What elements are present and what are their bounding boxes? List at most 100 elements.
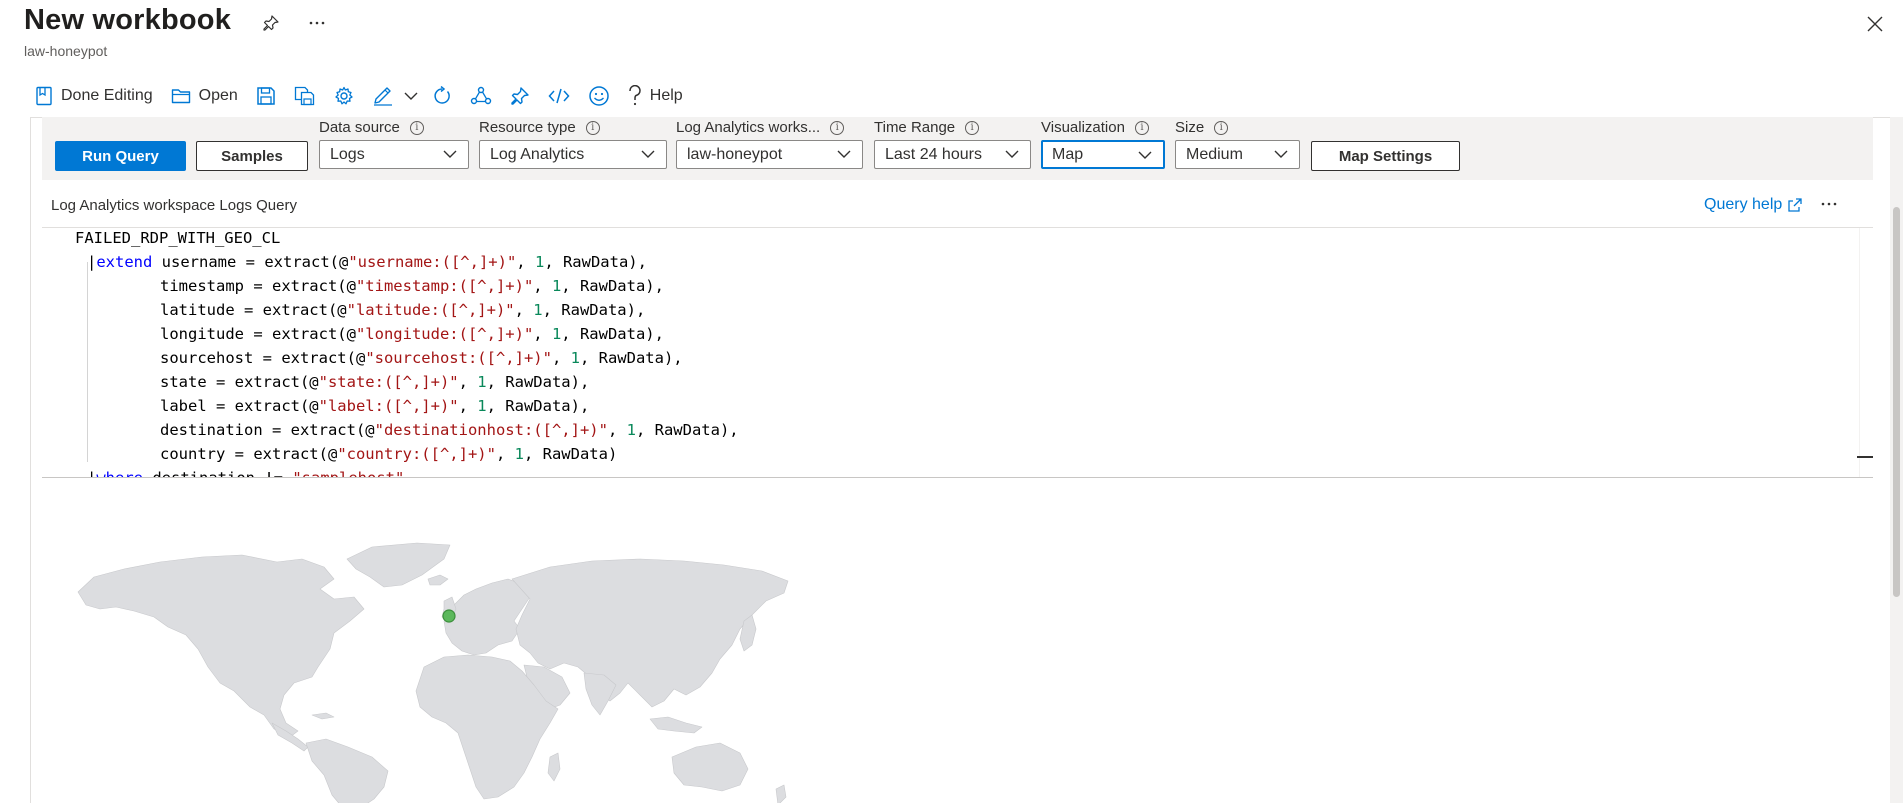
indent-guide: [87, 262, 88, 462]
data-source-dropdown[interactable]: Logs: [319, 140, 469, 169]
chevron-down-icon: [837, 150, 851, 158]
toolbar: Done Editing Open Help: [26, 80, 692, 112]
landmass-iceland: [427, 574, 449, 586]
run-query-button[interactable]: Run Query: [55, 141, 186, 171]
info-icon[interactable]: i: [585, 120, 600, 135]
open-button[interactable]: Open: [162, 80, 247, 112]
data-source-label-text: Data source: [319, 119, 400, 136]
done-editing-label: Done Editing: [61, 87, 153, 104]
query-editor[interactable]: FAILED_RDP_WITH_GEO_CL |extend username …: [42, 227, 1873, 478]
chevron-down-icon: [641, 150, 655, 158]
code-line-timestamp: timestamp = extract(@"timestamp:([^,]+)"…: [160, 277, 664, 295]
map-settings-button[interactable]: Map Settings: [1311, 141, 1460, 171]
data-source-label: Data source i: [319, 119, 424, 136]
close-icon[interactable]: [1857, 6, 1893, 42]
landmass-europe: [443, 578, 531, 656]
edit-style-dropdown[interactable]: [403, 80, 423, 112]
external-link-icon: [1788, 198, 1802, 212]
pin-to-dashboard-button[interactable]: [501, 80, 539, 112]
info-icon[interactable]: i: [1134, 120, 1149, 135]
pin-icon: [511, 87, 529, 105]
workspace-value: law-honeypot: [687, 145, 783, 163]
code-line-state: state = extract(@"state:([^,]+)", 1, Raw…: [160, 373, 590, 391]
refresh-button[interactable]: [423, 80, 461, 112]
visualization-value: Map: [1052, 145, 1084, 163]
advanced-editor-button[interactable]: [539, 80, 579, 112]
time-range-dropdown[interactable]: Last 24 hours: [874, 140, 1031, 169]
page-scrollbar[interactable]: [1890, 117, 1903, 803]
resource-type-label: Resource type i: [479, 119, 600, 136]
smiley-icon: [589, 86, 609, 106]
size-value: Medium: [1186, 145, 1243, 163]
save-button[interactable]: [247, 80, 285, 112]
attack-location-marker[interactable]: [442, 609, 456, 623]
world-map[interactable]: [72, 517, 832, 803]
page-scrollbar-thumb[interactable]: [1893, 207, 1900, 597]
code-line-table: FAILED_RDP_WITH_GEO_CL: [75, 229, 281, 247]
save-as-icon: [294, 86, 314, 106]
landmass-caribbean: [311, 712, 335, 720]
resource-type-dropdown[interactable]: Log Analytics: [479, 140, 667, 169]
map-visualization[interactable]: [42, 479, 1873, 803]
code-line-country: country = extract(@"country:([^,]+)", 1,…: [160, 445, 618, 463]
feedback-button[interactable]: [579, 80, 619, 112]
landmass-madagascar: [547, 752, 561, 782]
code-line-extend: |extend username = extract(@"username:([…: [87, 253, 647, 271]
refresh-icon: [434, 86, 450, 104]
edit-style-button[interactable]: [363, 80, 403, 112]
landmass-new-zealand: [775, 784, 787, 803]
workspace-dropdown[interactable]: law-honeypot: [676, 140, 863, 169]
workspace-label-text: Log Analytics works...: [676, 119, 821, 136]
code-line-sourcehost: sourcehost = extract(@"sourcehost:([^,]+…: [160, 349, 683, 367]
done-editing-button[interactable]: Done Editing: [26, 80, 162, 112]
more-options-icon[interactable]: [304, 10, 330, 36]
save-as-button[interactable]: [285, 80, 325, 112]
open-label: Open: [198, 87, 238, 104]
editor-scrollbar[interactable]: [1859, 228, 1873, 477]
info-icon[interactable]: i: [409, 120, 424, 135]
resource-type-value: Log Analytics: [490, 145, 585, 163]
settings-button[interactable]: [325, 80, 363, 112]
pin-icon[interactable]: [258, 10, 284, 36]
page-title: New workbook: [24, 4, 232, 36]
more-options-icon[interactable]: [1816, 192, 1842, 216]
info-icon[interactable]: i: [830, 120, 845, 135]
gear-icon: [335, 86, 353, 105]
pencil-icon: [373, 87, 392, 106]
size-label: Size i: [1175, 119, 1229, 136]
help-button[interactable]: Help: [619, 80, 692, 112]
visualization-label: Visualization i: [1041, 119, 1149, 136]
size-label-text: Size: [1175, 119, 1205, 136]
samples-button[interactable]: Samples: [196, 141, 308, 171]
info-icon[interactable]: i: [965, 120, 980, 135]
title-actions: [258, 10, 330, 36]
landmass-south-america: [305, 738, 389, 803]
query-help-label: Query help: [1704, 196, 1783, 213]
chevron-down-icon: [404, 92, 418, 100]
save-icon: [257, 87, 275, 105]
query-help-link[interactable]: Query help: [1704, 196, 1802, 214]
visualization-dropdown[interactable]: Map: [1041, 140, 1165, 169]
code-line-label: label = extract(@"label:([^,]+)", 1, Raw…: [160, 397, 590, 415]
chevron-down-icon: [443, 150, 457, 158]
page-subtitle: law-honeypot: [24, 43, 108, 59]
code-icon: [548, 88, 570, 104]
content-left-border: [30, 117, 31, 803]
time-range-label-text: Time Range: [874, 119, 956, 136]
question-icon: [629, 85, 641, 106]
landmass-north-america: [77, 554, 365, 738]
done-editing-icon: [36, 86, 52, 106]
share-icon: [470, 86, 491, 105]
info-icon[interactable]: i: [1214, 120, 1229, 135]
landmass-indonesia: [649, 716, 703, 734]
size-dropdown[interactable]: Medium: [1175, 140, 1300, 169]
code-line-where: |where destination != "samplehost": [87, 469, 405, 478]
data-source-value: Logs: [330, 145, 365, 163]
chevron-down-icon: [1138, 151, 1152, 159]
time-range-label: Time Range i: [874, 119, 980, 136]
workspace-label: Log Analytics works... i: [676, 119, 845, 136]
editor-overview-marker: [1857, 456, 1873, 458]
share-button[interactable]: [461, 80, 501, 112]
resource-type-label-text: Resource type: [479, 119, 576, 136]
chevron-down-icon: [1274, 150, 1288, 158]
